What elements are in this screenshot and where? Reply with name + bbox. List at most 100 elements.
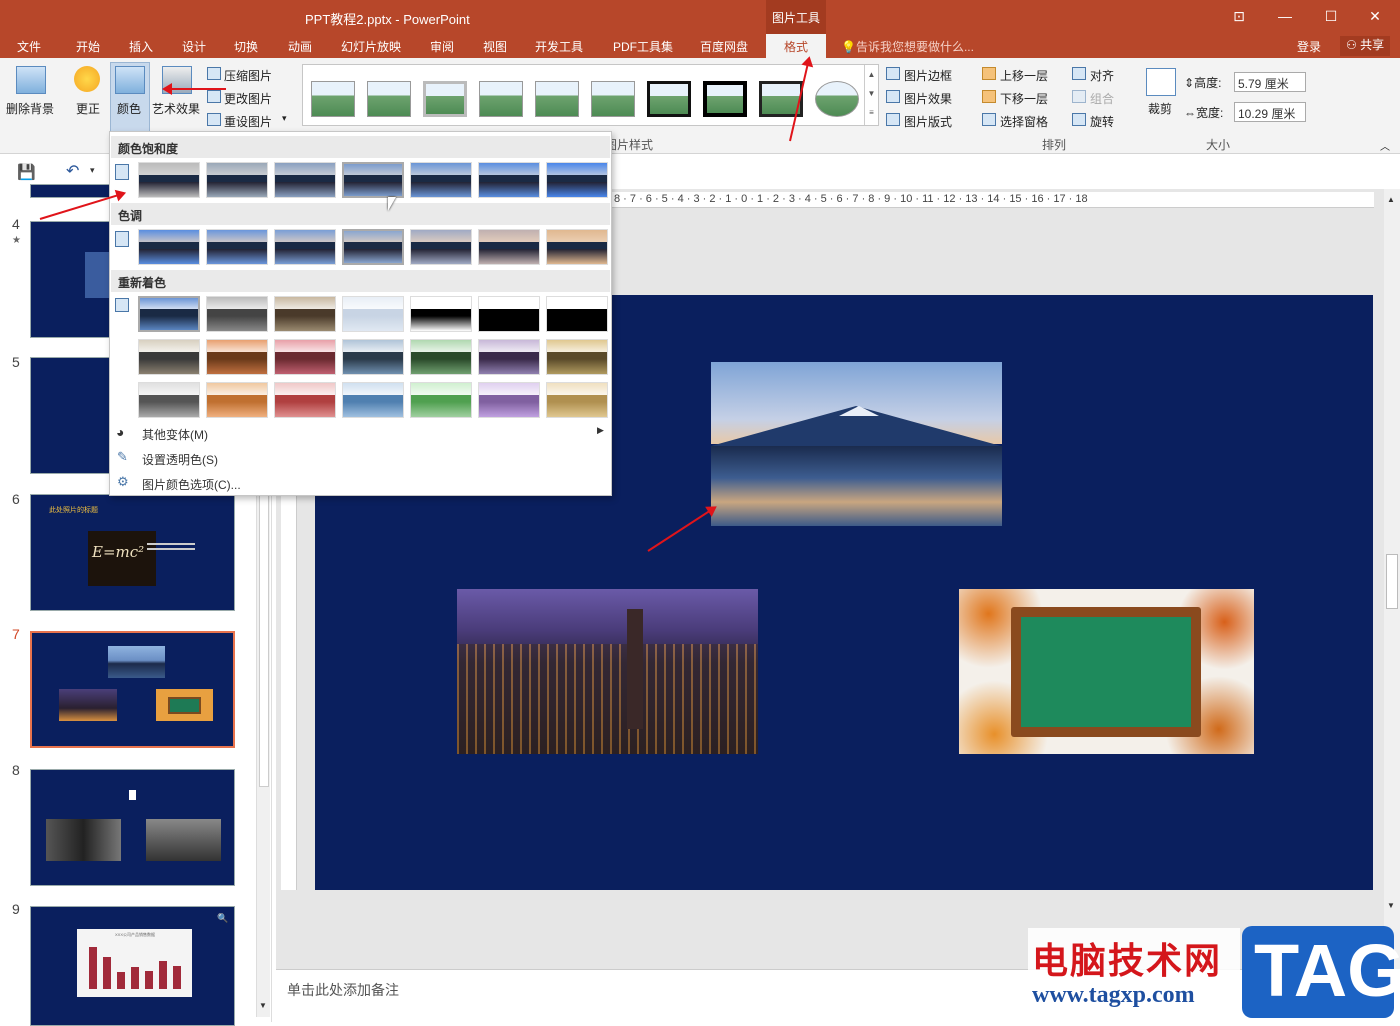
chevron-down-icon[interactable]: ▾ (282, 113, 287, 124)
tone-preset-2[interactable] (206, 229, 268, 265)
picture-style-1[interactable] (311, 81, 355, 117)
ribbon-display-icon[interactable]: ⊡ (1228, 6, 1250, 26)
tone-preset-6[interactable] (478, 229, 540, 265)
tab-animations[interactable]: 动画 (288, 38, 312, 55)
picture-style-7[interactable] (647, 81, 691, 117)
crop-icon[interactable] (1146, 68, 1176, 96)
autumn-board-picture[interactable] (959, 589, 1254, 754)
selection-pane-button[interactable]: 选择窗格 (1000, 113, 1048, 130)
rotate-button[interactable]: 旋转 (1090, 113, 1114, 130)
recolor-preset-21[interactable] (546, 382, 608, 418)
remove-background-button[interactable]: 删除背景 (6, 100, 54, 117)
picture-color-options-item[interactable]: ⚙ 图片颜色选项(C)... (111, 472, 610, 494)
saturation-preset-6[interactable] (478, 162, 540, 198)
close-icon[interactable]: ✕ (1364, 6, 1386, 26)
height-input[interactable]: 5.79 厘米 (1234, 72, 1306, 92)
recolor-preset-8[interactable] (138, 339, 200, 375)
recolor-preset-18[interactable] (342, 382, 404, 418)
tone-preset-7[interactable] (546, 229, 608, 265)
saturation-preset-4[interactable] (342, 162, 404, 198)
recolor-preset-20[interactable] (478, 382, 540, 418)
remove-background-icon[interactable] (16, 66, 46, 94)
picture-style-5[interactable] (535, 81, 579, 117)
share-button[interactable]: ⚇ 共享 (1340, 36, 1391, 56)
recolor-preset-3[interactable] (274, 296, 336, 332)
picture-style-10[interactable] (815, 81, 859, 117)
picture-border-button[interactable]: 图片边框 (904, 67, 952, 84)
artistic-effects-button[interactable]: 艺术效果 (152, 100, 200, 117)
send-backward-button[interactable]: 下移一层 (1000, 90, 1048, 107)
tab-developer[interactable]: 开发工具 (535, 38, 583, 55)
undo-icon[interactable]: ↶ (66, 161, 79, 181)
tone-preset-1[interactable] (138, 229, 200, 265)
slide-thumb-9[interactable]: 🔍 XXX公司产品销售数据 (30, 906, 235, 1026)
corrections-button[interactable]: 更正 (76, 100, 100, 117)
tab-review[interactable]: 审阅 (430, 38, 454, 55)
tab-slideshow[interactable]: 幻灯片放映 (341, 38, 401, 55)
set-transparent-color-item[interactable]: ✎ 设置透明色(S) (111, 447, 610, 469)
crop-button[interactable]: 裁剪 (1148, 100, 1172, 117)
minimize-icon[interactable]: — (1274, 6, 1296, 26)
save-icon[interactable]: 💾 (17, 163, 36, 181)
picture-style-4[interactable] (479, 81, 523, 117)
recolor-preset-17[interactable] (274, 382, 336, 418)
recolor-preset-12[interactable] (410, 339, 472, 375)
recolor-preset-2[interactable] (206, 296, 268, 332)
tone-preset-3[interactable] (274, 229, 336, 265)
recolor-preset-7[interactable] (546, 296, 608, 332)
scroll-down-icon[interactable]: ▼ (259, 1001, 267, 1010)
slide-thumb-7-selected[interactable] (30, 631, 235, 748)
tone-preset-4[interactable] (342, 229, 404, 265)
city-night-picture[interactable] (457, 589, 758, 754)
recolor-preset-15[interactable] (138, 382, 200, 418)
recolor-preset-5[interactable] (410, 296, 472, 332)
saturation-preset-2[interactable] (206, 162, 268, 198)
tell-me-box[interactable]: 💡告诉我您想要做什么... (841, 38, 974, 55)
maximize-icon[interactable]: ☐ (1320, 6, 1342, 26)
undo-dropdown-icon[interactable]: ▾ (90, 165, 95, 176)
slide-panel-scroll-thumb[interactable] (259, 447, 269, 787)
picture-effects-button[interactable]: 图片效果 (904, 90, 952, 107)
saturation-preset-3[interactable] (274, 162, 336, 198)
reset-picture-button[interactable]: 重设图片 (224, 113, 272, 130)
picture-layout-button[interactable]: 图片版式 (904, 113, 952, 130)
width-input[interactable]: 10.29 厘米 (1234, 102, 1306, 122)
tab-file[interactable]: 文件 (17, 38, 41, 55)
collapse-ribbon-icon[interactable]: ︿ (1380, 138, 1390, 153)
picture-style-2[interactable] (367, 81, 411, 117)
recolor-preset-16[interactable] (206, 382, 268, 418)
saturation-preset-1[interactable] (138, 162, 200, 198)
more-variations-item[interactable]: ◕ 其他变体(M) ▶ (111, 422, 610, 444)
slide-thumb-6[interactable]: 此处照片的标题 E=mc² (30, 494, 235, 611)
saturation-preset-7[interactable] (546, 162, 608, 198)
bring-forward-button[interactable]: 上移一层 (1000, 67, 1048, 84)
recolor-preset-19[interactable] (410, 382, 472, 418)
tab-design[interactable]: 设计 (182, 38, 206, 55)
color-icon[interactable] (115, 66, 145, 94)
tab-home[interactable]: 开始 (76, 38, 100, 55)
picture-style-6[interactable] (591, 81, 635, 117)
picture-style-8[interactable] (703, 81, 747, 117)
corrections-icon[interactable] (74, 66, 100, 92)
saturation-preset-5[interactable] (410, 162, 472, 198)
align-button[interactable]: 对齐 (1090, 67, 1114, 84)
tone-preset-5[interactable] (410, 229, 472, 265)
tab-transitions[interactable]: 切换 (234, 38, 258, 55)
group-button[interactable]: 组合 (1090, 90, 1114, 107)
tab-insert[interactable]: 插入 (129, 38, 153, 55)
tab-format[interactable]: 格式 (766, 34, 826, 59)
recolor-preset-11[interactable] (342, 339, 404, 375)
recolor-preset-4[interactable] (342, 296, 404, 332)
slide-thumb-8[interactable] (30, 769, 235, 886)
recolor-preset-6[interactable] (478, 296, 540, 332)
recolor-preset-14[interactable] (546, 339, 608, 375)
signin-link[interactable]: 登录 (1297, 38, 1321, 55)
editor-scrollbar[interactable]: ▲ ▼ (1384, 189, 1400, 969)
recolor-preset-10[interactable] (274, 339, 336, 375)
picture-style-3[interactable] (423, 81, 467, 117)
scroll-up-icon[interactable]: ▲ (1387, 195, 1395, 204)
change-picture-button[interactable]: 更改图片 (224, 90, 272, 107)
scroll-down-icon-right[interactable]: ▼ (1387, 901, 1395, 910)
tab-baidu-netdisk[interactable]: 百度网盘 (700, 38, 748, 55)
mountain-picture[interactable] (711, 362, 1002, 526)
